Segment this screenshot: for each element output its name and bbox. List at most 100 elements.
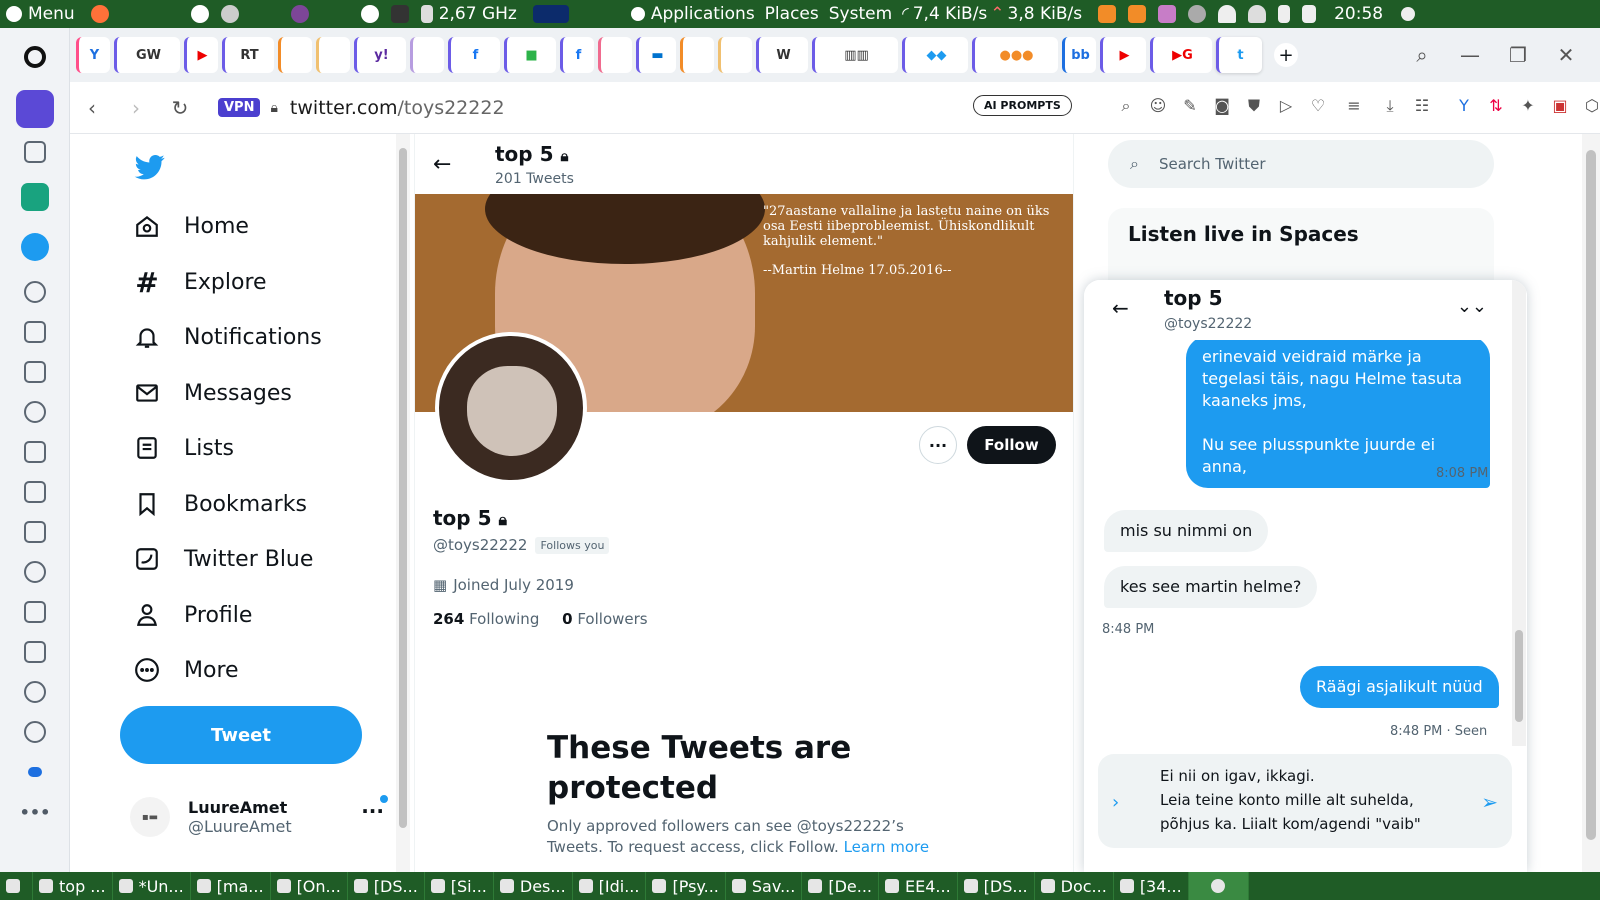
new-tab-button[interactable]: + (1274, 43, 1298, 67)
followers-link[interactable]: 0 Followers (562, 610, 647, 628)
minimize-icon[interactable]: — (1446, 43, 1494, 67)
places-menu[interactable]: Places (765, 4, 819, 24)
tab-14[interactable] (680, 37, 714, 73)
profile-more-button[interactable]: ··· (919, 426, 957, 464)
tweet-button[interactable]: Tweet (120, 706, 362, 764)
back-icon[interactable]: ‹ (70, 96, 114, 120)
tab-4[interactable]: RT (222, 37, 274, 73)
chevron-right-icon[interactable]: › (1112, 792, 1119, 813)
tab-19[interactable]: ●●● (972, 37, 1058, 73)
dm-scrollbar[interactable] (1512, 280, 1526, 746)
scroll-thumb[interactable] (399, 148, 407, 828)
tab-21[interactable]: ▶ (1100, 37, 1146, 73)
sidebar-extensions[interactable] (0, 632, 70, 672)
taskbar-item[interactable]: [DS... (958, 872, 1035, 900)
tab-22[interactable]: ▶G (1150, 37, 1212, 73)
tab-2[interactable]: GW (114, 37, 180, 73)
ai-prompts-button[interactable]: AI PROMPTS (973, 95, 1072, 116)
edit-icon[interactable]: ✎ (1174, 96, 1206, 118)
download-icon[interactable]: ⤓ (1374, 96, 1406, 118)
message-bubble-in[interactable]: mis su nimmi on (1104, 510, 1269, 552)
close-icon[interactable]: ✕ (1542, 43, 1590, 67)
page-scrollbar[interactable] (1582, 134, 1600, 872)
message-input[interactable]: Ei nii on igav, ikkagi. Leia teine konto… (1160, 764, 1460, 836)
ext-cube-icon[interactable]: ⬡ (1576, 96, 1600, 118)
vlc-icon[interactable] (1098, 5, 1117, 23)
tab-9[interactable]: f (448, 37, 500, 73)
emoji-icon[interactable]: ☺ (1142, 96, 1174, 118)
sidebar-notes[interactable] (0, 472, 70, 512)
sidebar-history[interactable] (0, 552, 70, 592)
sidebar-chat[interactable] (0, 752, 70, 792)
volume-icon[interactable] (1302, 5, 1317, 23)
ext-puzzle-icon[interactable]: ✦ (1512, 96, 1544, 118)
nav-lists[interactable]: Lists (132, 426, 234, 470)
learn-more-link[interactable]: Learn more (844, 838, 930, 856)
tab-17[interactable]: ▥▥ (812, 37, 898, 73)
collapse-icon[interactable]: ⌄⌄ (1457, 296, 1487, 317)
account-switcher[interactable]: ▪▬ LuureAmet @LuureAmet ··· (130, 789, 390, 845)
taskbar-item[interactable]: [DS... (348, 872, 425, 900)
tab-18[interactable]: ◆◆ (902, 37, 968, 73)
forward-icon[interactable]: › (114, 96, 158, 120)
tab-8[interactable] (410, 37, 444, 73)
search-input[interactable]: Search Twitter (1159, 155, 1266, 173)
scroll-thumb[interactable] (1586, 150, 1596, 840)
dm-header[interactable]: ← top 5 @toys22222 ⌄⌄ (1084, 280, 1527, 340)
nav-home[interactable]: Home (132, 204, 249, 248)
applications-menu[interactable]: Applications (625, 4, 755, 24)
wifi-tray-icon[interactable] (1218, 5, 1237, 23)
send-icon[interactable]: ▷ (1270, 96, 1302, 118)
vpn-badge[interactable]: VPN (218, 98, 261, 117)
tab-5[interactable] (278, 37, 312, 73)
bell-icon[interactable] (1248, 5, 1267, 23)
tab-15[interactable] (718, 37, 752, 73)
tab-20[interactable]: bb (1062, 37, 1096, 73)
taskbar-item[interactable]: Des... (494, 872, 573, 900)
taskbar-item[interactable]: [Si... (425, 872, 494, 900)
show-desktop-button[interactable] (0, 872, 33, 900)
sidebar-chatgpt[interactable] (0, 172, 70, 222)
search-page-icon[interactable]: ⌕ (1110, 96, 1142, 118)
sidebar-workspace[interactable] (0, 86, 70, 132)
tab-13[interactable]: ▬ (636, 37, 676, 73)
nav-twitter-blue[interactable]: Twitter Blue (132, 537, 313, 581)
ext-stack-icon[interactable]: ▣ (1544, 96, 1576, 118)
nav-more[interactable]: More (132, 648, 239, 692)
taskbar-item[interactable]: [34... (1114, 872, 1189, 900)
tab-16[interactable]: W (756, 37, 808, 73)
sidebar-apps[interactable] (0, 352, 70, 392)
opera-icon[interactable] (360, 5, 379, 23)
system-menu-button[interactable]: Menu (0, 4, 75, 24)
more-dots-icon[interactable]: ··· (361, 799, 384, 823)
taskbar-item[interactable]: [Idi... (573, 872, 647, 900)
tab-twitter-active[interactable]: t (1216, 37, 1262, 73)
terminal-icon[interactable] (390, 5, 409, 23)
nav-profile[interactable]: Profile (132, 593, 252, 637)
sidebar-crown[interactable] (0, 132, 70, 172)
twitter-logo-icon[interactable] (132, 152, 168, 182)
clock[interactable]: 20:58 (1334, 4, 1383, 24)
sidebar-tabs[interactable] (0, 512, 70, 552)
back-arrow-icon[interactable]: ← (433, 152, 451, 177)
reload-icon[interactable]: ↻ (158, 96, 202, 120)
profile-avatar[interactable] (435, 332, 587, 484)
ext-y-icon[interactable]: Y (1448, 96, 1480, 118)
taskbar-item[interactable]: [On... (271, 872, 348, 900)
sidebar-twitter[interactable] (0, 222, 70, 272)
vlc-icon-2[interactable] (1128, 5, 1147, 23)
tab-1[interactable]: Y (76, 37, 110, 73)
taskbar-item[interactable]: [De... (802, 872, 879, 900)
tor-icon[interactable] (290, 5, 309, 23)
firefox-icon[interactable] (90, 5, 109, 23)
restore-icon[interactable]: ❐ (1494, 43, 1542, 67)
url-field[interactable]: twitter.com/toys22222 (290, 97, 505, 119)
sidebar-send[interactable] (0, 312, 70, 352)
message-bubble-in[interactable]: kes see martin helme? (1104, 566, 1318, 608)
taskbar-item[interactable]: Doc... (1035, 872, 1114, 900)
nav-messages[interactable]: Messages (132, 371, 292, 415)
send-icon[interactable]: ➢ (1481, 790, 1498, 814)
follow-button[interactable]: Follow (967, 426, 1056, 464)
taskbar-item[interactable]: [Psy... (646, 872, 726, 900)
sidebar-downloads[interactable] (0, 592, 70, 632)
